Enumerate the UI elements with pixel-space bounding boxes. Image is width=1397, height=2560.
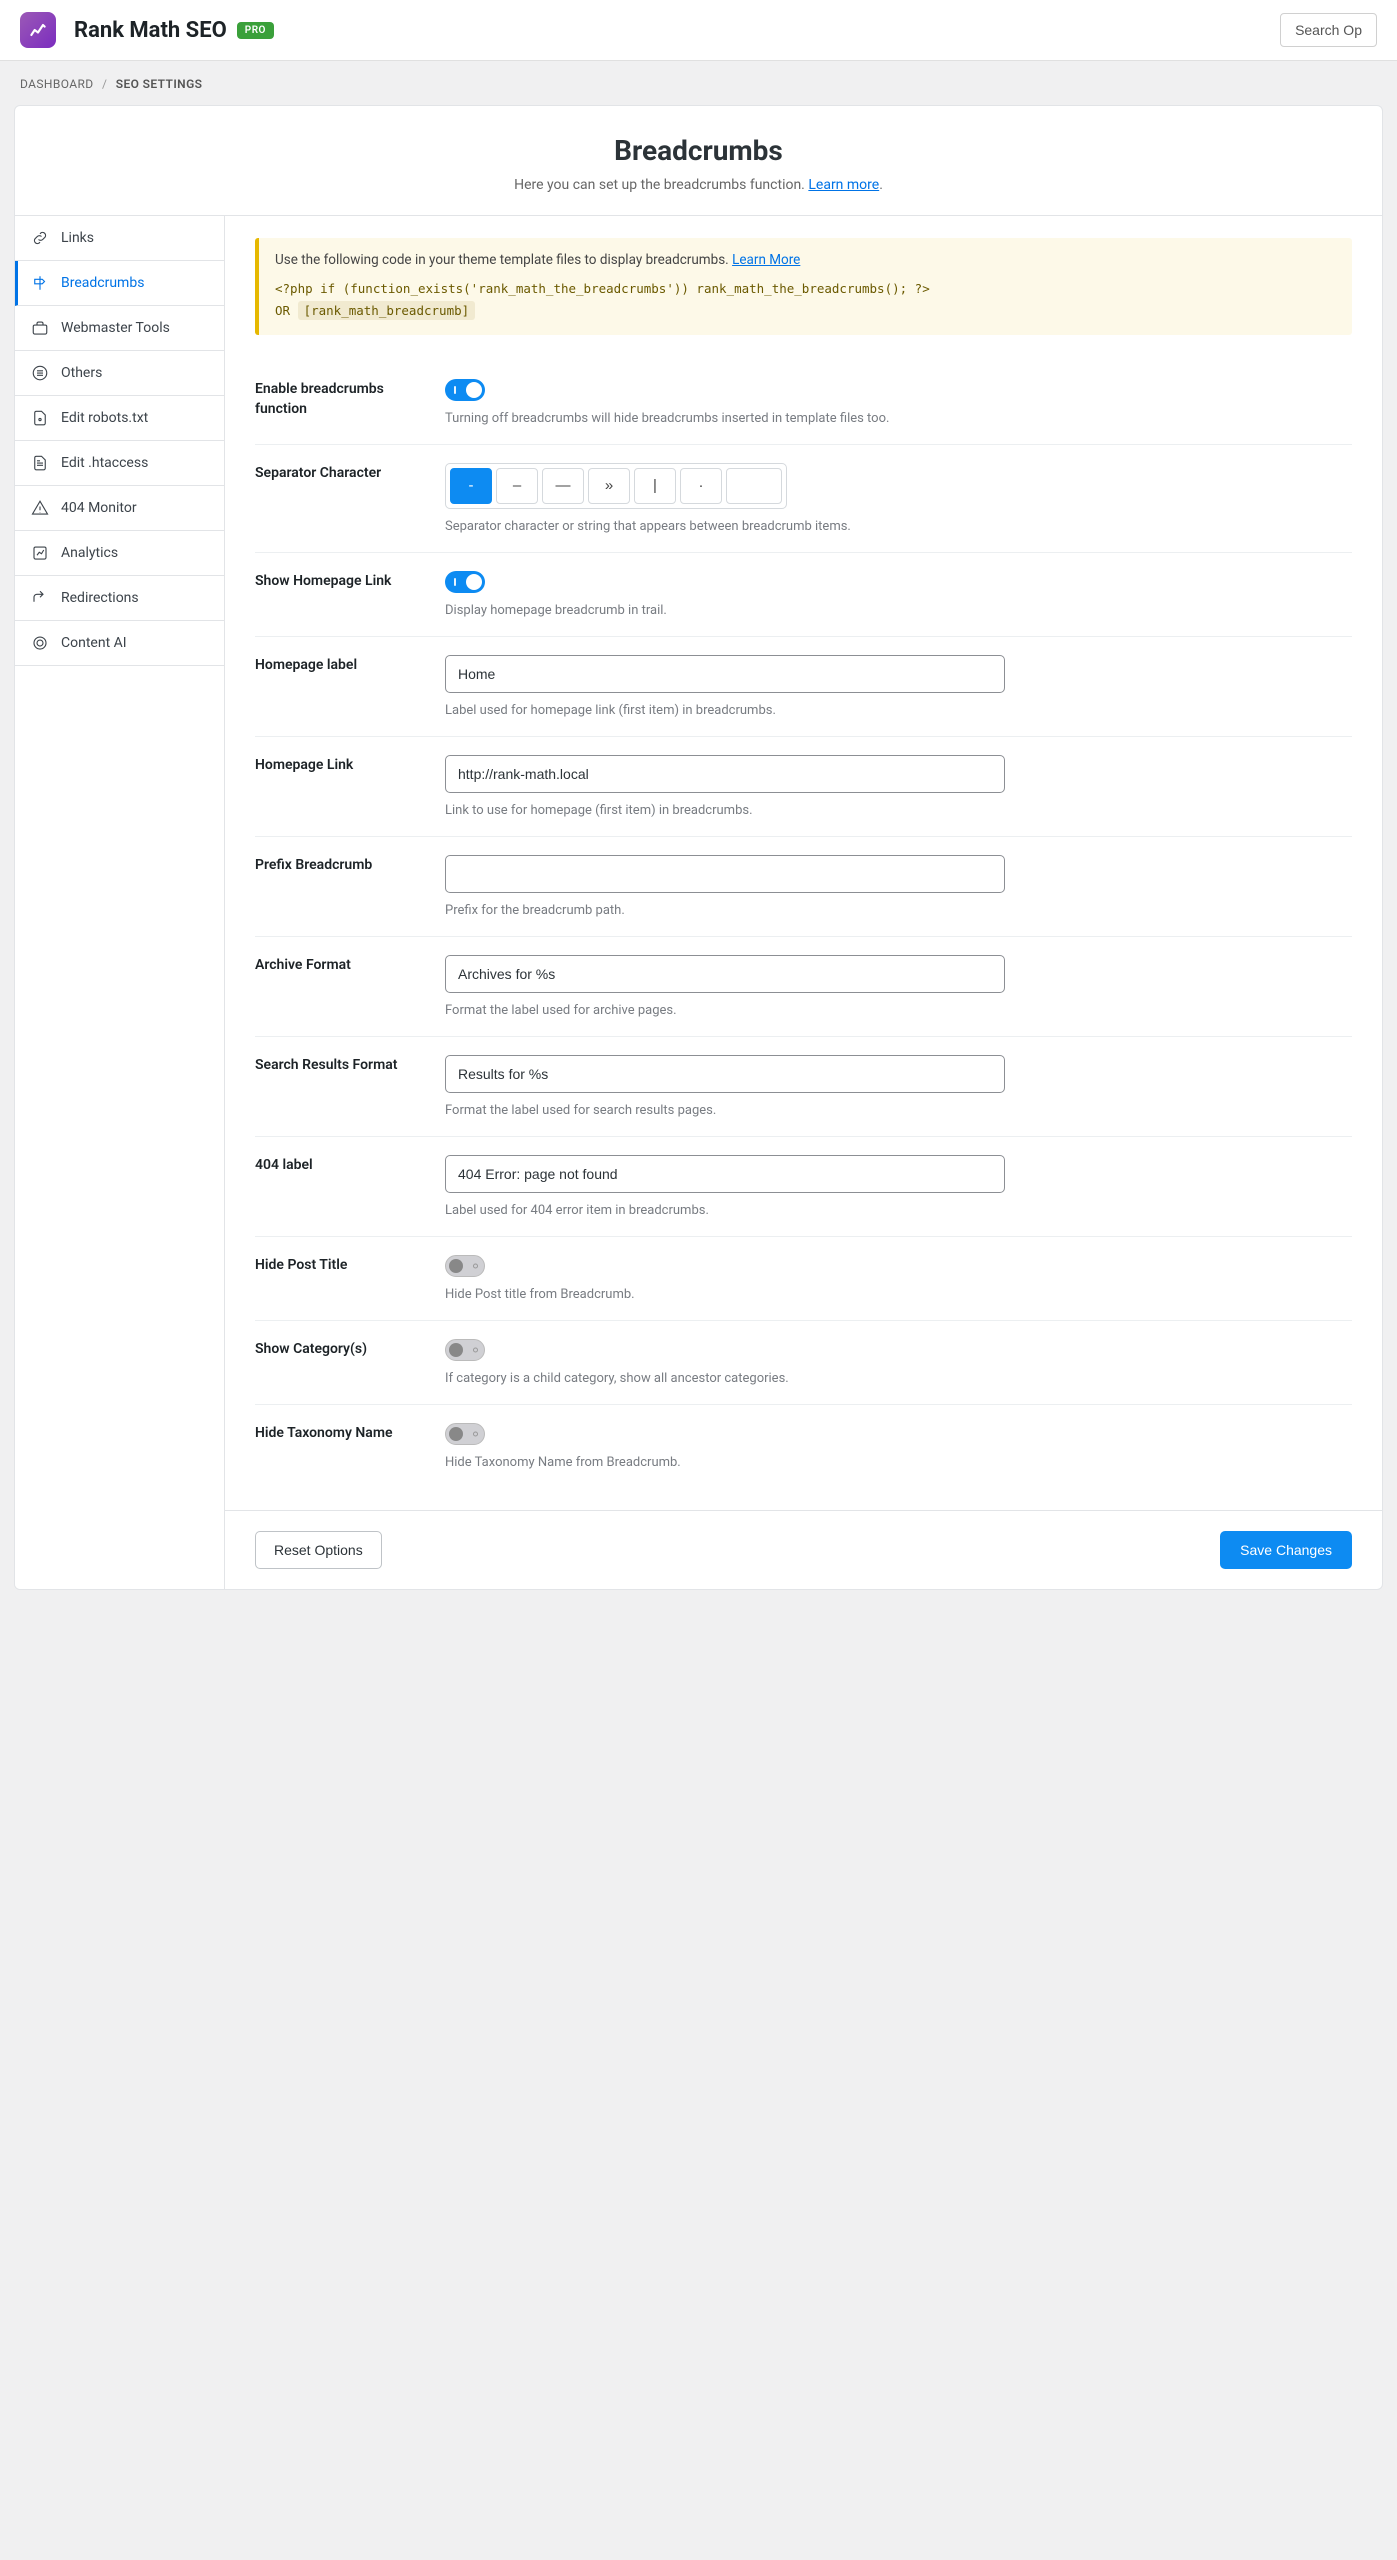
file-icon [31,409,49,427]
desc-homepage-label: Label used for homepage link (first item… [445,703,1352,718]
sidebar-item-webmaster[interactable]: Webmaster Tools [15,306,224,351]
separator-option-endash[interactable]: – [496,468,538,504]
desc-404: Label used for 404 error item in breadcr… [445,1203,1352,1218]
label-archive-format: Archive Format [255,955,445,1018]
notice-code-php: <?php if (function_exists('rank_math_the… [275,281,930,296]
separator-option-dash[interactable]: - [450,468,492,504]
sidebar-item-label: Breadcrumbs [61,275,144,291]
desc-homepage-link: Link to use for homepage (first item) in… [445,803,1352,818]
label-hide-post-title: Hide Post Title [255,1255,445,1302]
sidebar-item-robots[interactable]: Edit robots.txt [15,396,224,441]
sidebar-item-label: Webmaster Tools [61,320,170,336]
app-title: Rank Math SEO [74,18,227,43]
input-prefix[interactable] [445,855,1005,893]
desc-archive-format: Format the label used for archive pages. [445,1003,1352,1018]
breadcrumb: DASHBOARD / SEO SETTINGS [0,61,1397,105]
sidebar-item-404[interactable]: 404 Monitor [15,486,224,531]
desc-prefix: Prefix for the breadcrumb path. [445,903,1352,918]
label-homepage-link: Homepage Link [255,755,445,818]
sidebar-item-breadcrumbs[interactable]: Breadcrumbs [15,261,224,306]
separator-option-emdash[interactable]: — [542,468,584,504]
sidebar-item-redirections[interactable]: Redirections [15,576,224,621]
learn-more-link[interactable]: Learn more [808,177,879,193]
sidebar-item-label: Redirections [61,590,139,606]
sidebar-item-label: Edit robots.txt [61,410,148,426]
separator-option-dot[interactable]: · [680,468,722,504]
separator-option-pipe[interactable]: | [634,468,676,504]
desc-separator: Separator character or string that appea… [445,519,1352,534]
settings-content: Use the following code in your theme tem… [225,216,1382,1510]
link-icon [31,229,49,247]
toggle-hide-post-title[interactable] [445,1255,485,1277]
page-title: Breadcrumbs [35,134,1362,167]
separator-group: - – — » | · [445,463,787,509]
toggle-hide-taxonomy[interactable] [445,1423,485,1445]
desc-enable: Turning off breadcrumbs will hide breadc… [445,411,1352,426]
redirect-icon [31,589,49,607]
sidebar-item-label: Content AI [61,635,127,651]
desc-show-homepage: Display homepage breadcrumb in trail. [445,603,1352,618]
desc-hide-taxonomy: Hide Taxonomy Name from Breadcrumb. [445,1455,1352,1470]
settings-sidebar: Links Breadcrumbs Webmaster Tools Others… [15,216,225,1589]
alert-triangle-icon [31,499,49,517]
breadcrumb-dashboard[interactable]: DASHBOARD [20,77,94,91]
sidebar-item-label: Edit .htaccess [61,455,148,471]
code-notice: Use the following code in your theme tem… [255,238,1352,335]
panel-header: Breadcrumbs Here you can set up the brea… [15,106,1382,216]
label-show-homepage: Show Homepage Link [255,571,445,618]
app-logo-icon [20,12,56,48]
sidebar-item-label: Links [61,230,94,246]
label-separator: Separator Character [255,463,445,534]
footer-actions: Reset Options Save Changes [225,1510,1382,1589]
save-button[interactable]: Save Changes [1220,1531,1352,1569]
sidebar-item-analytics[interactable]: Analytics [15,531,224,576]
input-archive-format[interactable] [445,955,1005,993]
sidebar-item-label: 404 Monitor [61,500,137,516]
desc-show-category: If category is a child category, show al… [445,1371,1352,1386]
toggle-show-homepage[interactable] [445,571,485,593]
reset-button[interactable]: Reset Options [255,1531,382,1569]
sidebar-item-htaccess[interactable]: Edit .htaccess [15,441,224,486]
input-homepage-link[interactable] [445,755,1005,793]
sidebar-item-links[interactable]: Links [15,216,224,261]
sidebar-item-others[interactable]: Others [15,351,224,396]
target-icon [31,634,49,652]
sidebar-item-label: Analytics [61,545,118,561]
search-button[interactable]: Search Op [1280,13,1377,47]
label-show-category: Show Category(s) [255,1339,445,1386]
label-search-format: Search Results Format [255,1055,445,1118]
app-header: Rank Math SEO PRO Search Op [0,0,1397,61]
input-homepage-label[interactable] [445,655,1005,693]
sidebar-item-contentai[interactable]: Content AI [15,621,224,666]
briefcase-icon [31,319,49,337]
notice-text: Use the following code in your theme tem… [275,252,732,268]
chart-icon [31,544,49,562]
separator-option-custom[interactable] [726,468,782,504]
desc-hide-post-title: Hide Post title from Breadcrumb. [445,1287,1352,1302]
page-subtitle: Here you can set up the breadcrumbs func… [514,177,808,193]
label-homepage-label: Homepage label [255,655,445,718]
notice-learn-more-link[interactable]: Learn More [732,252,800,268]
separator-option-raquo[interactable]: » [588,468,630,504]
file-text-icon [31,454,49,472]
notice-or: OR [275,303,298,318]
notice-shortcode: [rank_math_breadcrumb] [298,301,476,320]
list-icon [31,364,49,382]
label-prefix: Prefix Breadcrumb [255,855,445,918]
signpost-icon [31,274,49,292]
settings-panel: Breadcrumbs Here you can set up the brea… [14,105,1383,1590]
toggle-show-category[interactable] [445,1339,485,1361]
label-enable: Enable breadcrumbs function [255,379,445,426]
desc-search-format: Format the label used for search results… [445,1103,1352,1118]
breadcrumb-current: SEO SETTINGS [116,77,203,91]
toggle-enable-breadcrumbs[interactable] [445,379,485,401]
sidebar-item-label: Others [61,365,102,381]
label-404: 404 label [255,1155,445,1218]
pro-badge: PRO [237,22,274,39]
label-hide-taxonomy: Hide Taxonomy Name [255,1423,445,1470]
input-404-label[interactable] [445,1155,1005,1193]
input-search-format[interactable] [445,1055,1005,1093]
